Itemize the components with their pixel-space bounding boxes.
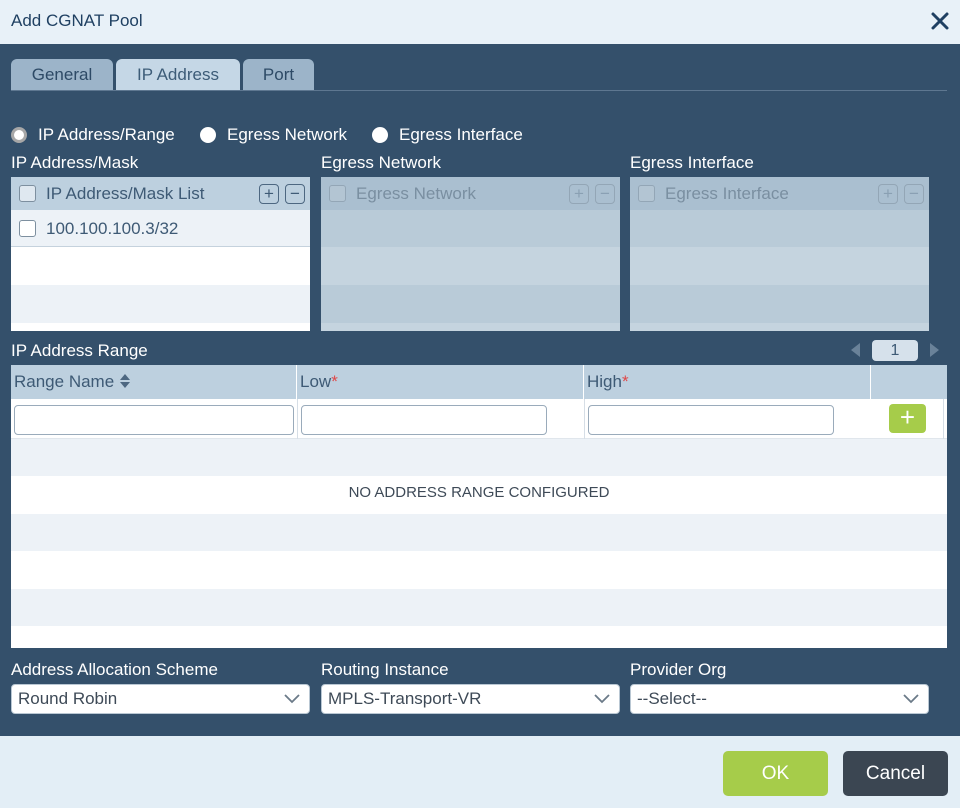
table-header: Egress Network + − <box>321 177 620 210</box>
close-icon[interactable] <box>928 9 952 33</box>
routing-instance-label: Routing Instance <box>321 660 449 679</box>
column-divider <box>943 399 944 439</box>
table-row-empty <box>321 285 620 323</box>
minus-icon[interactable]: − <box>285 184 305 204</box>
ip-mask-table: IP Address/Mask List + − 100.100.100.3/3… <box>11 177 310 331</box>
column-header: Egress Network <box>356 184 476 203</box>
table-row-empty <box>630 247 929 285</box>
routing-instance-select[interactable]: MPLS-Transport-VR <box>321 684 620 714</box>
table-row-empty <box>321 247 620 285</box>
select-all-checkbox <box>638 185 655 202</box>
table-row-empty <box>630 323 929 331</box>
sort-icon[interactable] <box>120 373 131 389</box>
table-row-empty <box>11 439 947 476</box>
table-row-empty <box>11 514 947 551</box>
allocation-scheme-label: Address Allocation Scheme <box>11 660 218 679</box>
tab-divider <box>11 90 947 91</box>
column-divider <box>297 399 298 439</box>
table-row-empty <box>630 210 929 247</box>
table-row-empty <box>321 210 620 247</box>
egress-interface-table: Egress Interface + − <box>630 177 929 331</box>
table-row-empty <box>11 285 310 323</box>
plus-icon: + <box>569 184 589 204</box>
add-range-button[interactable]: + <box>889 404 926 433</box>
table-row-empty <box>11 589 947 626</box>
tab-general[interactable]: General <box>11 59 113 91</box>
table-row-empty <box>321 323 620 331</box>
chevron-down-icon <box>594 694 610 704</box>
minus-icon: − <box>595 184 615 204</box>
next-page-icon[interactable] <box>930 343 939 357</box>
tab-port[interactable]: Port <box>243 59 314 91</box>
chevron-down-icon <box>284 694 300 704</box>
column-header: IP Address/Mask List <box>46 184 205 203</box>
chevron-down-icon <box>903 694 919 704</box>
table-header: Egress Interface + − <box>630 177 929 210</box>
column-actions <box>871 365 947 399</box>
cancel-button[interactable]: Cancel <box>843 751 948 796</box>
table-row[interactable]: 100.100.100.3/32 <box>11 210 310 247</box>
table-row-empty <box>11 626 947 648</box>
table-row-empty <box>11 551 947 588</box>
table-header: Range Name Low* High* <box>11 365 947 399</box>
ok-button[interactable]: OK <box>723 751 828 796</box>
select-all-checkbox[interactable] <box>19 185 36 202</box>
high-input[interactable] <box>588 405 834 435</box>
table-header: IP Address/Mask List + − <box>11 177 310 210</box>
page-number[interactable]: 1 <box>872 340 918 361</box>
egress-network-table: Egress Network + − <box>321 177 620 331</box>
radio-checked-icon[interactable] <box>11 127 27 143</box>
allocation-scheme-select[interactable]: Round Robin <box>11 684 310 714</box>
column-header: Egress Interface <box>665 184 789 203</box>
table-row-empty <box>630 285 929 323</box>
select-all-checkbox <box>329 185 346 202</box>
column-divider <box>584 399 585 439</box>
plus-icon[interactable]: + <box>259 184 279 204</box>
ip-range-section-label: IP Address Range <box>11 341 148 360</box>
dialog-titlebar: Add CGNAT Pool <box>0 0 960 44</box>
table-row-empty <box>11 323 310 331</box>
range-name-input[interactable] <box>14 405 294 435</box>
minus-icon: − <box>904 184 924 204</box>
column-range-name[interactable]: Range Name <box>11 365 297 399</box>
plus-icon: + <box>878 184 898 204</box>
dialog-title: Add CGNAT Pool <box>11 11 143 30</box>
ip-mask-value: 100.100.100.3/32 <box>46 219 179 238</box>
radio-unchecked-icon[interactable] <box>372 127 388 143</box>
ip-range-table: Range Name Low* High* + NO ADDRESS RANGE… <box>11 365 947 648</box>
low-input[interactable] <box>301 405 547 435</box>
table-row-empty <box>11 247 310 285</box>
column-low: Low* <box>297 365 584 399</box>
radio-unchecked-icon[interactable] <box>200 127 216 143</box>
provider-org-select[interactable]: --Select-- <box>630 684 929 714</box>
column-high: High* <box>584 365 871 399</box>
egress-interface-section-label: Egress Interface <box>630 153 754 172</box>
provider-org-label: Provider Org <box>630 660 727 679</box>
tab-ip-address[interactable]: IP Address <box>116 59 240 91</box>
empty-table-message: NO ADDRESS RANGE CONFIGURED <box>348 484 610 501</box>
row-checkbox[interactable] <box>19 220 36 237</box>
ip-mask-section-label: IP Address/Mask <box>11 153 139 172</box>
prev-page-icon[interactable] <box>851 343 860 357</box>
egress-network-section-label: Egress Network <box>321 153 441 172</box>
